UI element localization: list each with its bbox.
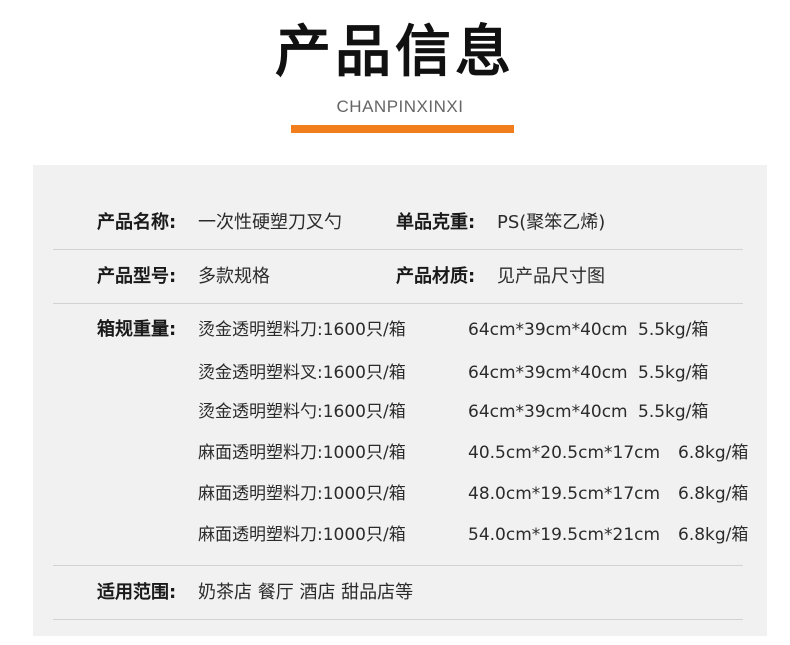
packing-size: 48.0cm*19.5cm*17cm (468, 484, 661, 504)
packing-weight: 5.5kg/箱 (638, 402, 709, 422)
packing-size: 54.0cm*19.5cm*21cm (468, 525, 661, 545)
divider (53, 249, 743, 250)
divider (53, 303, 743, 304)
product-material-label: 产品材质: (396, 266, 476, 287)
packing-weight: 6.8kg/箱 (678, 443, 749, 463)
usage-scope-label: 适用范围: (97, 582, 177, 603)
divider (53, 619, 743, 620)
product-model-label: 产品型号: (97, 266, 177, 287)
packing-weight: 5.5kg/箱 (638, 363, 709, 383)
product-name-label: 产品名称: (97, 212, 177, 233)
page-subtitle: CHANPINXINXI (336, 97, 464, 116)
packing-weight: 6.8kg/箱 (678, 525, 749, 545)
usage-scope-value: 奶茶店 餐厅 酒店 甜品店等 (198, 582, 414, 603)
packing-weight: 5.5kg/箱 (638, 320, 709, 340)
packing-item: 烫金透明塑料刀:1600只/箱 (198, 320, 406, 340)
packing-item: 烫金透明塑料叉:1600只/箱 (198, 363, 406, 383)
page-title: 产品信息 (275, 20, 515, 85)
packing-item: 烫金透明塑料勺:1600只/箱 (198, 402, 406, 422)
packing-size: 64cm*39cm*40cm (468, 363, 628, 383)
unit-weight-label: 单品克重: (396, 212, 476, 233)
product-name-value: 一次性硬塑刀叉勺 (198, 212, 342, 233)
packing-size: 64cm*39cm*40cm (468, 402, 628, 422)
packing-item: 麻面透明塑料刀:1000只/箱 (198, 443, 406, 463)
packing-item: 麻面透明塑料刀:1000只/箱 (198, 484, 406, 504)
packing-item: 麻面透明塑料刀:1000只/箱 (198, 525, 406, 545)
packing-size: 40.5cm*20.5cm*17cm (468, 443, 661, 463)
title-underline-bar (291, 125, 514, 133)
packing-size: 64cm*39cm*40cm (468, 320, 628, 340)
packing-weight: 6.8kg/箱 (678, 484, 749, 504)
packing-weight-label: 箱规重量: (97, 319, 177, 340)
product-material-value: 见产品尺寸图 (497, 266, 605, 287)
unit-weight-value: PS(聚笨乙烯) (497, 212, 606, 233)
divider (53, 565, 743, 566)
product-model-value: 多款规格 (198, 266, 270, 287)
